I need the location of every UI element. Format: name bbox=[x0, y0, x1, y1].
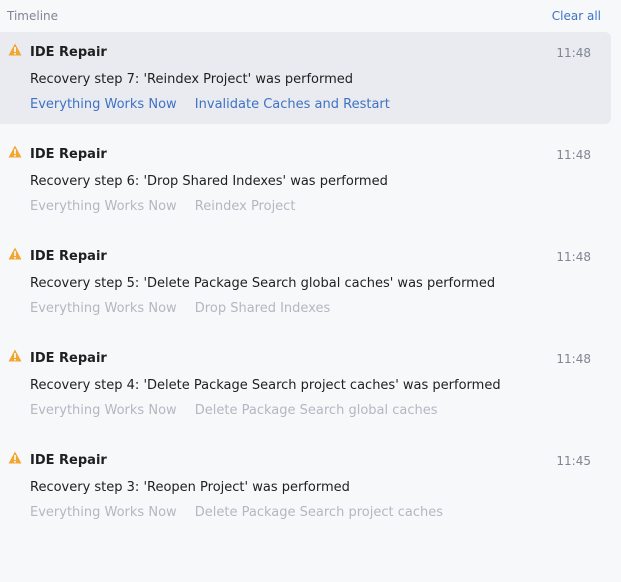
notification-message: Recovery step 3: 'Reopen Project' was pe… bbox=[30, 480, 350, 495]
notification-message: Recovery step 7: 'Reindex Project' was p… bbox=[30, 72, 354, 87]
next-recovery-step-link[interactable]: Delete Package Search global caches bbox=[195, 403, 438, 418]
notification-actions: Everything Works Now Delete Package Sear… bbox=[30, 505, 457, 520]
next-recovery-step-link[interactable]: Invalidate Caches and Restart bbox=[195, 97, 390, 112]
notification-actions: Everything Works Now Reindex Project bbox=[30, 199, 309, 214]
warning-icon bbox=[8, 145, 22, 158]
warning-icon bbox=[8, 43, 22, 56]
notification-actions: Everything Works Now Drop Shared Indexes bbox=[30, 301, 344, 316]
notification-title: IDE Repair bbox=[30, 351, 107, 366]
everything-works-now-link[interactable]: Everything Works Now bbox=[30, 199, 177, 214]
notification-message: Recovery step 6: 'Drop Shared Indexes' w… bbox=[30, 174, 388, 189]
everything-works-now-link[interactable]: Everything Works Now bbox=[30, 403, 177, 418]
notification-message: Recovery step 4: 'Delete Package Search … bbox=[30, 378, 501, 393]
warning-icon bbox=[8, 247, 22, 260]
notification-item[interactable]: IDE Repair 11:48 Recovery step 5: 'Delet… bbox=[0, 236, 611, 338]
notification-actions: Everything Works Now Invalidate Caches a… bbox=[30, 97, 404, 112]
timeline-header: Timeline Clear all bbox=[0, 0, 621, 32]
everything-works-now-link[interactable]: Everything Works Now bbox=[30, 301, 177, 316]
notification-time: 11:45 bbox=[556, 454, 591, 468]
notification-item[interactable]: IDE Repair 11:45 Recovery step 3: 'Reope… bbox=[0, 440, 611, 542]
everything-works-now-link[interactable]: Everything Works Now bbox=[30, 505, 177, 520]
notification-item[interactable]: IDE Repair 11:48 Recovery step 6: 'Drop … bbox=[0, 134, 611, 236]
everything-works-now-link[interactable]: Everything Works Now bbox=[30, 97, 177, 112]
clear-all-link[interactable]: Clear all bbox=[552, 9, 601, 23]
warning-icon bbox=[8, 451, 22, 464]
notification-title: IDE Repair bbox=[30, 249, 107, 264]
timeline-title: Timeline bbox=[7, 9, 59, 23]
notification-message: Recovery step 5: 'Delete Package Search … bbox=[30, 276, 496, 291]
next-recovery-step-link[interactable]: Reindex Project bbox=[195, 199, 296, 214]
next-recovery-step-link[interactable]: Drop Shared Indexes bbox=[195, 301, 330, 316]
notification-time: 11:48 bbox=[556, 46, 591, 60]
notification-actions: Everything Works Now Delete Package Sear… bbox=[30, 403, 452, 418]
notification-time: 11:48 bbox=[556, 148, 591, 162]
notification-list: IDE Repair 11:48 Recovery step 7: 'Reind… bbox=[0, 32, 621, 542]
notification-time: 11:48 bbox=[556, 250, 591, 264]
notification-time: 11:48 bbox=[556, 352, 591, 366]
notification-title: IDE Repair bbox=[30, 147, 107, 162]
next-recovery-step-link[interactable]: Delete Package Search project caches bbox=[195, 505, 443, 520]
notification-item[interactable]: IDE Repair 11:48 Recovery step 4: 'Delet… bbox=[0, 338, 611, 440]
warning-icon bbox=[8, 349, 22, 362]
notification-item[interactable]: IDE Repair 11:48 Recovery step 7: 'Reind… bbox=[0, 32, 611, 124]
notification-title: IDE Repair bbox=[30, 45, 107, 60]
notification-title: IDE Repair bbox=[30, 453, 107, 468]
